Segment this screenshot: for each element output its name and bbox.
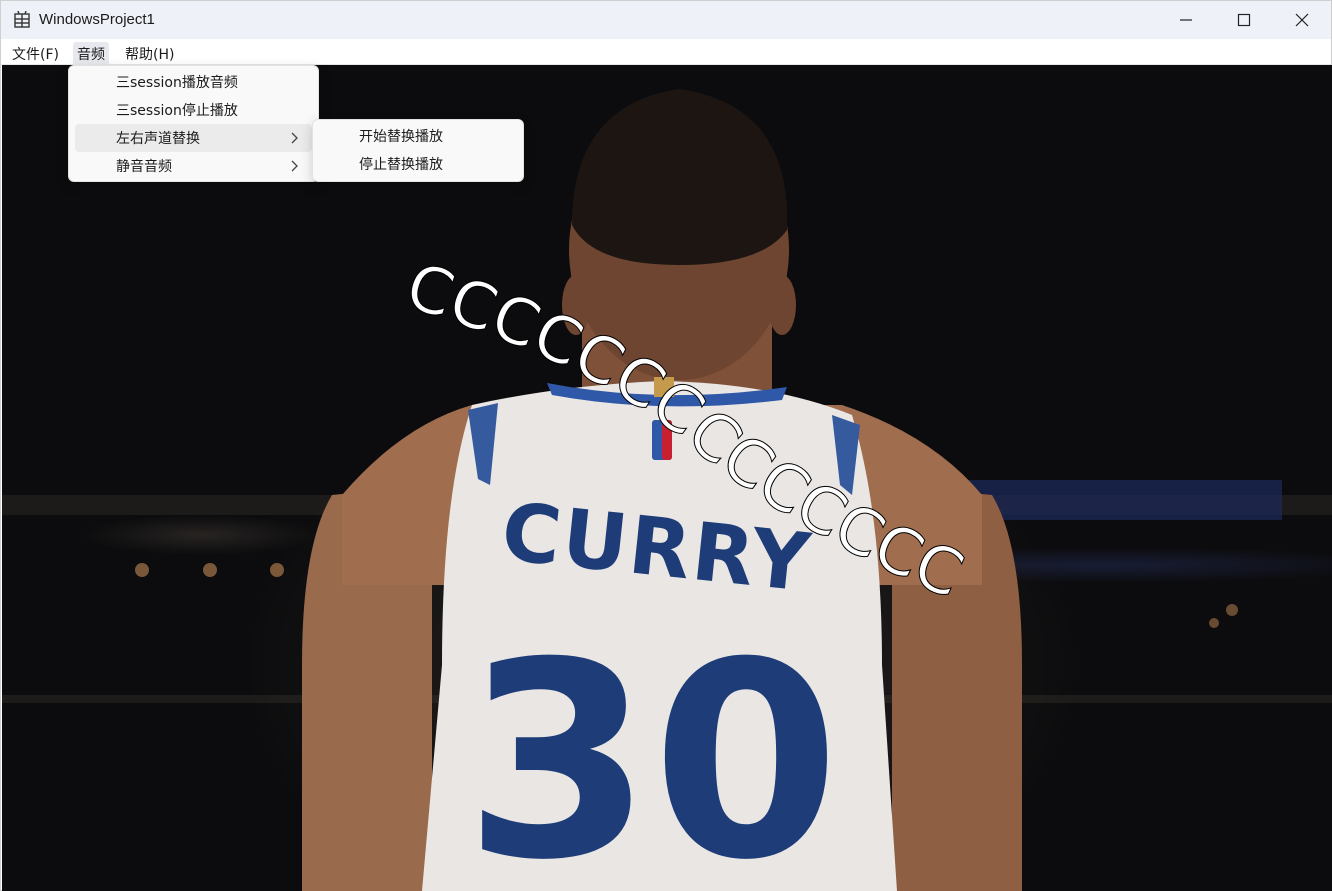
menu-item-session-play[interactable]: 三session播放音频	[75, 68, 312, 96]
menu-item-label: 左右声道替换	[116, 131, 200, 147]
client-area: CURRY 30 CCCCCCCCCCCCCCC	[2, 65, 1332, 891]
close-icon	[1295, 13, 1309, 27]
channel-swap-submenu: 开始替换播放 停止替换播放	[312, 119, 524, 182]
window-title: WindowsProject1	[39, 11, 155, 28]
menu-item-label: 静音音频	[116, 159, 172, 175]
menu-item-label: 开始替换播放	[359, 129, 443, 145]
menu-item-channel-swap[interactable]: 左右声道替换	[75, 124, 312, 152]
maximize-button[interactable]	[1215, 1, 1273, 39]
menu-item-start-swap[interactable]: 开始替换播放	[319, 122, 517, 150]
background-photo: CURRY 30	[2, 89, 1332, 891]
menu-help[interactable]: 帮助(H)	[121, 42, 178, 66]
menu-item-session-stop[interactable]: 三session停止播放	[75, 96, 312, 124]
menu-file[interactable]: 文件(F)	[8, 42, 63, 66]
menu-audio[interactable]: 音频	[73, 42, 109, 66]
chevron-right-icon	[291, 132, 298, 144]
menu-item-stop-swap[interactable]: 停止替换播放	[319, 150, 517, 178]
title-bar[interactable]: WindowsProject1	[1, 1, 1331, 39]
audio-menu-dropdown: 三session播放音频 三session停止播放 左右声道替换 静音音频	[68, 65, 319, 182]
menu-item-label: 三session停止播放	[116, 103, 238, 119]
jersey-number-text: 30	[464, 604, 840, 891]
app-icon	[14, 11, 30, 28]
menu-bar: 文件(F) 音频 帮助(H)	[1, 39, 1331, 66]
menu-item-label: 三session播放音频	[116, 75, 238, 91]
minimize-button[interactable]	[1157, 1, 1215, 39]
minimize-icon	[1180, 19, 1192, 21]
menu-item-mute[interactable]: 静音音频	[75, 152, 312, 180]
chevron-right-icon	[291, 160, 298, 172]
app-window: WindowsProject1 文件(F) 音频 帮助(H) CURRY 30 …	[0, 0, 1332, 891]
menu-item-label: 停止替换播放	[359, 157, 443, 173]
close-button[interactable]	[1273, 1, 1331, 39]
maximize-icon	[1237, 13, 1251, 27]
